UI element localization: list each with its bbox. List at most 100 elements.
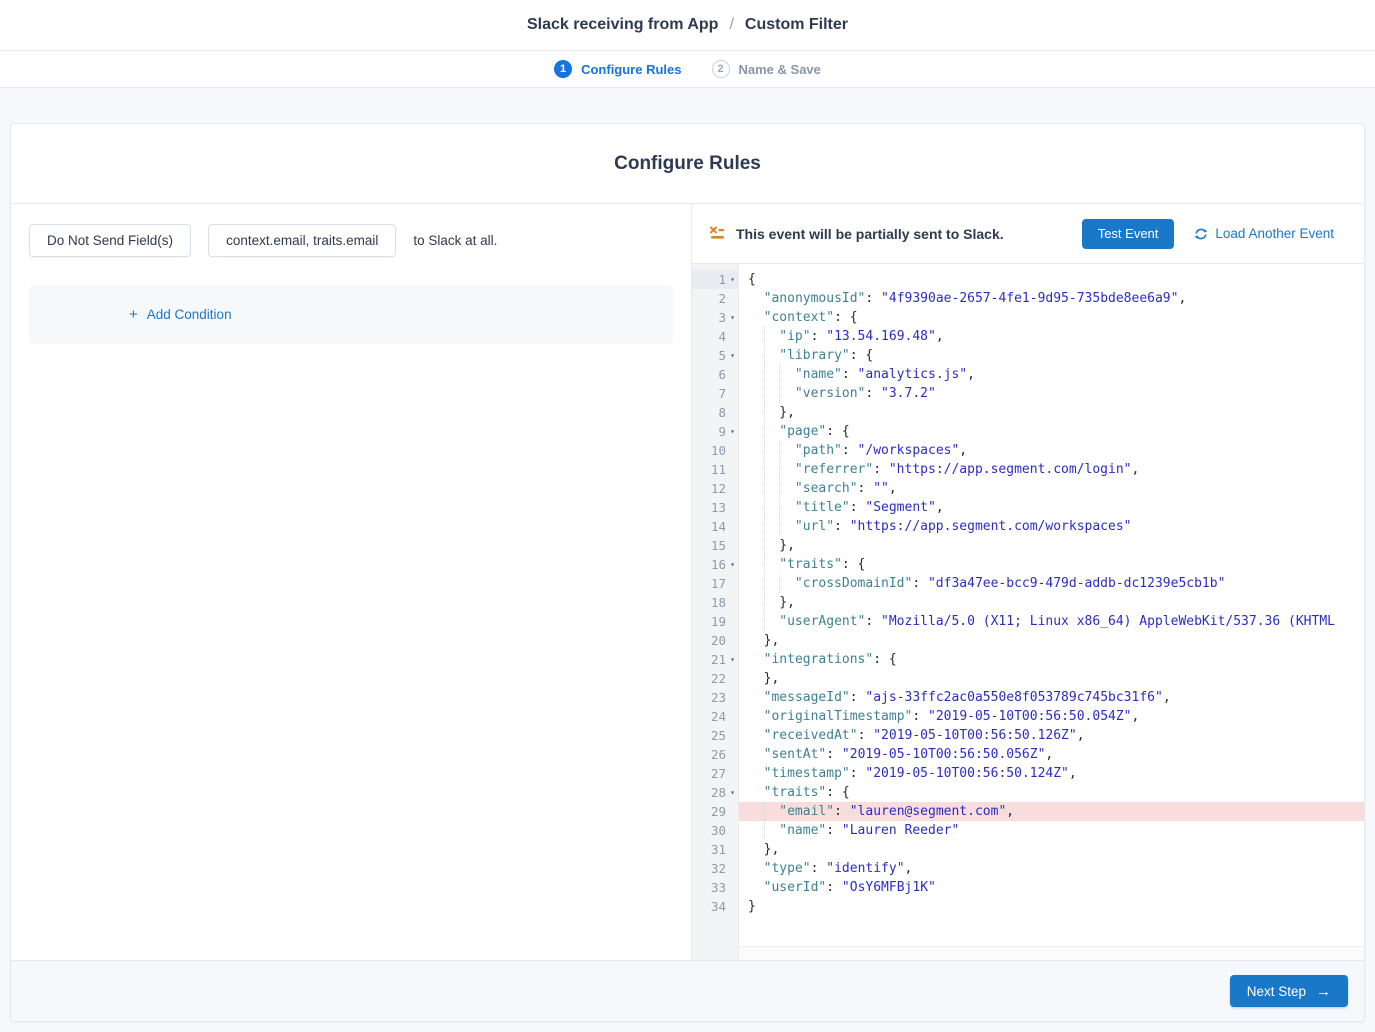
step-configure-rules[interactable]: 1 Configure Rules	[554, 60, 681, 78]
line-number: 4	[718, 327, 726, 346]
line-number: 9	[718, 422, 726, 441]
code-line: 34}	[692, 897, 1364, 916]
code-line: 11"referrer": "https://app.segment.com/l…	[692, 460, 1364, 479]
card-footer: Next Step →	[11, 960, 1364, 1021]
code-line: 26"sentAt": "2019-05-10T00:56:50.056Z",	[692, 745, 1364, 764]
fold-toggle-icon[interactable]: ▾	[726, 308, 739, 327]
filtered-event-icon	[709, 225, 726, 242]
code-line: 1▾{	[692, 270, 1364, 289]
step-1-circle: 1	[554, 60, 572, 78]
line-number: 28	[711, 783, 726, 802]
fold-toggle-icon[interactable]: ▾	[726, 422, 739, 441]
code-line: 33"userId": "OsY6MFBj1K"	[692, 878, 1364, 897]
line-number: 25	[711, 726, 726, 745]
event-json-editor[interactable]: 1▾{2"anonymousId": "4f9390ae-2657-4fe1-9…	[692, 264, 1364, 960]
breadcrumb-current: Custom Filter	[745, 16, 848, 34]
code-line: 8},	[692, 403, 1364, 422]
code-line: 29"email": "lauren@segment.com",	[692, 802, 1364, 821]
line-number: 21	[711, 650, 726, 669]
rule-row: Do Not Send Field(s) context.email, trai…	[29, 224, 673, 257]
test-event-button[interactable]: Test Event	[1082, 219, 1175, 249]
add-condition-label: Add Condition	[147, 307, 232, 322]
code-line: 14"url": "https://app.segment.com/worksp…	[692, 517, 1364, 536]
line-number: 18	[711, 593, 726, 612]
line-number: 5	[718, 346, 726, 365]
event-preview-panel: This event will be partially sent to Sla…	[691, 204, 1364, 960]
rule-action-button[interactable]: Do Not Send Field(s)	[29, 224, 191, 257]
code-line: 7"version": "3.7.2"	[692, 384, 1364, 403]
card-header: Configure Rules	[11, 124, 1364, 204]
code-line: 25"receivedAt": "2019-05-10T00:56:50.126…	[692, 726, 1364, 745]
code-line: 3▾"context": {	[692, 308, 1364, 327]
code-line: 32"type": "identify",	[692, 859, 1364, 878]
fold-toggle-icon[interactable]: ▾	[726, 270, 739, 289]
fold-toggle-icon[interactable]: ▾	[726, 346, 739, 365]
line-number: 29	[711, 802, 726, 821]
rule-fields-button[interactable]: context.email, traits.email	[208, 224, 396, 257]
add-condition-panel: + Add Condition	[29, 285, 673, 344]
code-line: 21▾"integrations": {	[692, 650, 1364, 669]
add-condition-button[interactable]: + Add Condition	[129, 307, 232, 322]
code-line: 9▾"page": {	[692, 422, 1364, 441]
code-line: 15},	[692, 536, 1364, 555]
load-another-event-button[interactable]: Load Another Event	[1194, 226, 1334, 241]
title-bar: Slack receiving from App / Custom Filter	[0, 0, 1375, 51]
code-line: 5▾"library": {	[692, 346, 1364, 365]
next-step-label: Next Step	[1247, 984, 1306, 999]
rule-suffix-text: to Slack at all.	[413, 233, 497, 248]
breadcrumb-source[interactable]: Slack receiving from App	[527, 16, 718, 34]
line-number: 27	[711, 764, 726, 783]
code-rows: 1▾{2"anonymousId": "4f9390ae-2657-4fe1-9…	[692, 264, 1364, 946]
line-number: 24	[711, 707, 726, 726]
next-step-button[interactable]: Next Step →	[1230, 975, 1348, 1007]
page-background: Configure Rules Do Not Send Field(s) con…	[0, 88, 1375, 1032]
code-line: 23"messageId": "ajs-33ffc2ac0a550e8f0537…	[692, 688, 1364, 707]
line-number: 16	[711, 555, 726, 574]
editor-bottom-strip	[739, 946, 1364, 960]
line-number: 22	[711, 669, 726, 688]
line-number: 11	[711, 460, 726, 479]
breadcrumb-separator: /	[729, 16, 733, 34]
step-2-label: Name & Save	[739, 62, 821, 77]
step-2-circle: 2	[712, 60, 730, 78]
step-name-and-save[interactable]: 2 Name & Save	[712, 60, 821, 78]
refresh-icon	[1194, 227, 1208, 241]
code-line: 6"name": "analytics.js",	[692, 365, 1364, 384]
line-number: 10	[711, 441, 726, 460]
fold-toggle-icon[interactable]: ▾	[726, 650, 739, 669]
code-line: 2"anonymousId": "4f9390ae-2657-4fe1-9d95…	[692, 289, 1364, 308]
line-number: 8	[718, 403, 726, 422]
plus-icon: +	[129, 307, 138, 322]
code-line: 22},	[692, 669, 1364, 688]
code-line: 17"crossDomainId": "df3a47ee-bcc9-479d-a…	[692, 574, 1364, 593]
code-line: 10"path": "/workspaces",	[692, 441, 1364, 460]
code-line: 30"name": "Lauren Reeder"	[692, 821, 1364, 840]
configure-rules-card: Configure Rules Do Not Send Field(s) con…	[10, 123, 1365, 1022]
fold-toggle-icon[interactable]: ▾	[726, 555, 739, 574]
line-number: 12	[711, 479, 726, 498]
line-number: 1	[718, 270, 726, 289]
fold-toggle-icon[interactable]: ▾	[726, 783, 739, 802]
code-line: 16▾"traits": {	[692, 555, 1364, 574]
line-number: 7	[718, 384, 726, 403]
code-line: 12"search": "",	[692, 479, 1364, 498]
line-number: 32	[711, 859, 726, 878]
line-number: 17	[711, 574, 726, 593]
line-number: 3	[718, 308, 726, 327]
code-line: 24"originalTimestamp": "2019-05-10T00:56…	[692, 707, 1364, 726]
arrow-right-icon: →	[1316, 984, 1331, 999]
code-line: 19"userAgent": "Mozilla/5.0 (X11; Linux …	[692, 612, 1364, 631]
page-title: Configure Rules	[614, 153, 761, 175]
load-another-event-label: Load Another Event	[1215, 226, 1334, 241]
line-number: 34	[711, 897, 726, 916]
line-number: 6	[718, 365, 726, 384]
line-number: 31	[711, 840, 726, 859]
code-line: 13"title": "Segment",	[692, 498, 1364, 517]
rule-builder-panel: Do Not Send Field(s) context.email, trai…	[11, 204, 691, 960]
line-number: 14	[711, 517, 726, 536]
line-number: 13	[711, 498, 726, 517]
line-number: 20	[711, 631, 726, 650]
step-1-label: Configure Rules	[581, 62, 681, 77]
line-number: 23	[711, 688, 726, 707]
line-number: 26	[711, 745, 726, 764]
